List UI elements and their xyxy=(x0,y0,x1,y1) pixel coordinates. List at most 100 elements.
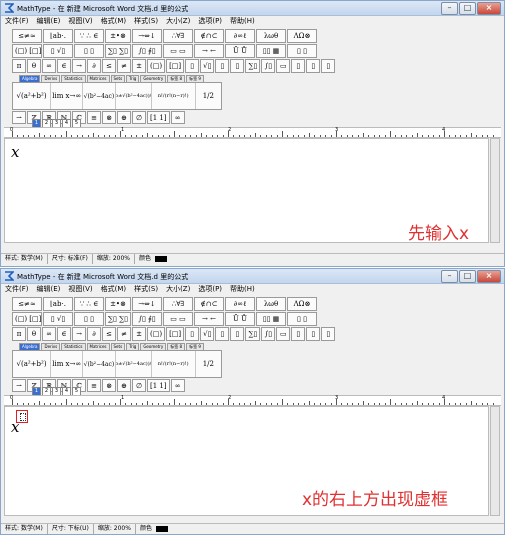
oplus-symbol-button[interactable]: ⊕ xyxy=(117,379,131,392)
template-quadratic[interactable]: (−b±√(b²−4ac))/2a xyxy=(116,351,152,377)
neq-button[interactable]: ≠ xyxy=(117,327,131,341)
spaces-palette-button[interactable]: ⌊ab·. xyxy=(43,29,73,43)
menu-view[interactable]: 视图(V) xyxy=(64,284,96,295)
brackets-button[interactable]: [□] xyxy=(166,59,185,73)
products-templates-button[interactable]: Ū Ů xyxy=(225,312,255,326)
matrix-symbol-button[interactable]: [1 1] xyxy=(147,379,170,392)
otimes-symbol-button[interactable]: ⊗ xyxy=(102,379,116,392)
embellishments-palette-button[interactable]: ∵ ∴ ∈ xyxy=(74,297,104,311)
sum-button[interactable]: ∑▯ xyxy=(245,327,261,341)
pi-button[interactable]: π xyxy=(12,59,26,73)
relations-palette-button[interactable]: ≤≠≈ xyxy=(12,29,42,43)
operators-palette-button[interactable]: ±•⊗ xyxy=(105,29,131,43)
menu-format[interactable]: 格式(M) xyxy=(97,284,131,295)
relations-palette-button[interactable]: ≤≠≈ xyxy=(12,297,42,311)
sqrt-button[interactable]: √▯ xyxy=(200,327,215,341)
equiv-symbol-button[interactable]: ≡ xyxy=(87,111,101,124)
integral-templates-button[interactable]: ∫▯ ∮▯ xyxy=(132,44,162,58)
infinity-symbol-button[interactable]: ∞ xyxy=(170,111,185,124)
arrow-templates-button[interactable]: → ← xyxy=(194,44,224,58)
template-half[interactable]: 1/2 xyxy=(196,83,221,109)
color-swatch[interactable] xyxy=(155,256,168,262)
menu-style[interactable]: 样式(S) xyxy=(130,284,162,295)
parens-button[interactable]: (□) xyxy=(147,59,166,73)
minimize-button[interactable]: – xyxy=(441,270,458,283)
menu-file[interactable]: 文件(F) xyxy=(1,284,33,295)
greek-lower-palette-button[interactable]: λωθ xyxy=(256,297,286,311)
template-combination[interactable]: n!/(r!(n−r)!) xyxy=(152,351,196,377)
script-templates-button[interactable]: ▯ ▯ xyxy=(74,44,104,58)
ruler[interactable]: 0 1 2 3 4 xyxy=(4,395,501,406)
pi-button[interactable]: π xyxy=(12,327,26,341)
infinity-symbol-button[interactable]: ∞ xyxy=(170,379,185,392)
misc-symbols-palette-button[interactable]: ∂∞ℓ xyxy=(225,29,255,43)
theta-button[interactable]: θ xyxy=(27,327,41,341)
fence-templates-button[interactable]: (□) [□] xyxy=(12,44,42,58)
menu-edit[interactable]: 编辑(E) xyxy=(33,284,65,295)
vector-template-button[interactable]: ⇀ xyxy=(12,379,26,392)
partial-button[interactable]: ∂ xyxy=(87,59,101,73)
template-discriminant[interactable]: √(b²−4ac) xyxy=(83,351,116,377)
oplus-symbol-button[interactable]: ⊕ xyxy=(117,111,131,124)
superscript-button[interactable]: ▯ xyxy=(215,327,230,341)
arrows-palette-button[interactable]: →⇔↓ xyxy=(132,297,162,311)
menu-style[interactable]: 样式(S) xyxy=(130,16,162,27)
fraction-radical-templates-button[interactable]: ▯ √▯ xyxy=(43,312,73,326)
logic-palette-button[interactable]: ∴∀∃ xyxy=(163,29,193,43)
subscript-button[interactable]: ▯ xyxy=(230,59,245,73)
color-swatch[interactable] xyxy=(155,526,168,532)
otimes-symbol-button[interactable]: ⊗ xyxy=(102,111,116,124)
matrix-symbol-button[interactable]: [1 1] xyxy=(147,111,170,124)
extra-button-3[interactable]: ▯ xyxy=(321,327,336,341)
superscript-button[interactable]: ▯ xyxy=(215,59,230,73)
template-limit[interactable]: lim x→∞ xyxy=(51,83,84,109)
products-templates-button[interactable]: Ū Ů xyxy=(225,44,255,58)
menu-size[interactable]: 大小(Z) xyxy=(162,16,194,27)
vertical-scrollbar[interactable] xyxy=(490,138,500,243)
maximize-button[interactable]: □ xyxy=(459,270,476,283)
arrow-templates-button[interactable]: → ← xyxy=(194,312,224,326)
infinity-button[interactable]: ∞ xyxy=(42,327,56,341)
extra-button-3[interactable]: ▯ xyxy=(321,59,336,73)
template-limit[interactable]: lim x→∞ xyxy=(51,351,84,377)
menu-help[interactable]: 帮助(H) xyxy=(226,16,259,27)
logic-palette-button[interactable]: ∴∀∃ xyxy=(163,297,193,311)
template-pythagoras[interactable]: √(a²+b²) xyxy=(13,351,52,377)
fraction-button[interactable]: ▯ xyxy=(185,327,200,341)
equation-editor[interactable]: x 先输入x xyxy=(4,138,489,244)
theta-button[interactable]: θ xyxy=(27,59,41,73)
matrix-templates-button[interactable]: ▯▯ ▦ xyxy=(256,312,286,326)
template-combination[interactable]: n!/(r!(n−r)!) xyxy=(152,83,196,109)
integral-button[interactable]: ∫▯ xyxy=(261,327,276,341)
sum-button[interactable]: ∑▯ xyxy=(245,59,261,73)
element-of-button[interactable]: ∈ xyxy=(57,59,71,73)
greek-lower-palette-button[interactable]: λωθ xyxy=(256,29,286,43)
partial-button[interactable]: ∂ xyxy=(87,327,101,341)
fence-templates-button[interactable]: (□) [□] xyxy=(12,312,42,326)
menu-view[interactable]: 视图(V) xyxy=(64,16,96,27)
template-quadratic[interactable]: (−b±√(b²−4ac))/2a xyxy=(116,83,152,109)
menu-options[interactable]: 选项(P) xyxy=(194,16,226,27)
script-templates-button[interactable]: ▯ ▯ xyxy=(74,312,104,326)
leq-button[interactable]: ≤ xyxy=(102,59,116,73)
integral-templates-button[interactable]: ∫▯ ∮▯ xyxy=(132,312,162,326)
arrows-palette-button[interactable]: →⇔↓ xyxy=(132,29,162,43)
menu-edit[interactable]: 编辑(E) xyxy=(33,16,65,27)
greek-upper-palette-button[interactable]: ΛΩ⊗ xyxy=(287,29,317,43)
emptyset-symbol-button[interactable]: ∅ xyxy=(132,379,146,392)
set-theory-palette-button[interactable]: ∉∩⊂ xyxy=(194,29,224,43)
greek-upper-palette-button[interactable]: ΛΩ⊗ xyxy=(287,297,317,311)
maximize-button[interactable]: □ xyxy=(459,2,476,15)
close-button[interactable]: × xyxy=(477,2,501,15)
plusminus-button[interactable]: ± xyxy=(132,59,146,73)
element-of-button[interactable]: ∈ xyxy=(57,327,71,341)
integral-button[interactable]: ∫▯ xyxy=(261,59,276,73)
leq-button[interactable]: ≤ xyxy=(102,327,116,341)
sqrt-button[interactable]: √▯ xyxy=(200,59,215,73)
box-templates-button[interactable]: ▯ ▯ xyxy=(287,312,317,326)
overbar-button[interactable]: ▭ xyxy=(276,327,291,341)
misc-symbols-palette-button[interactable]: ∂∞ℓ xyxy=(225,297,255,311)
embellishments-palette-button[interactable]: ∵ ∴ ∈ xyxy=(74,29,104,43)
menu-help[interactable]: 帮助(H) xyxy=(226,284,259,295)
minimize-button[interactable]: – xyxy=(441,2,458,15)
